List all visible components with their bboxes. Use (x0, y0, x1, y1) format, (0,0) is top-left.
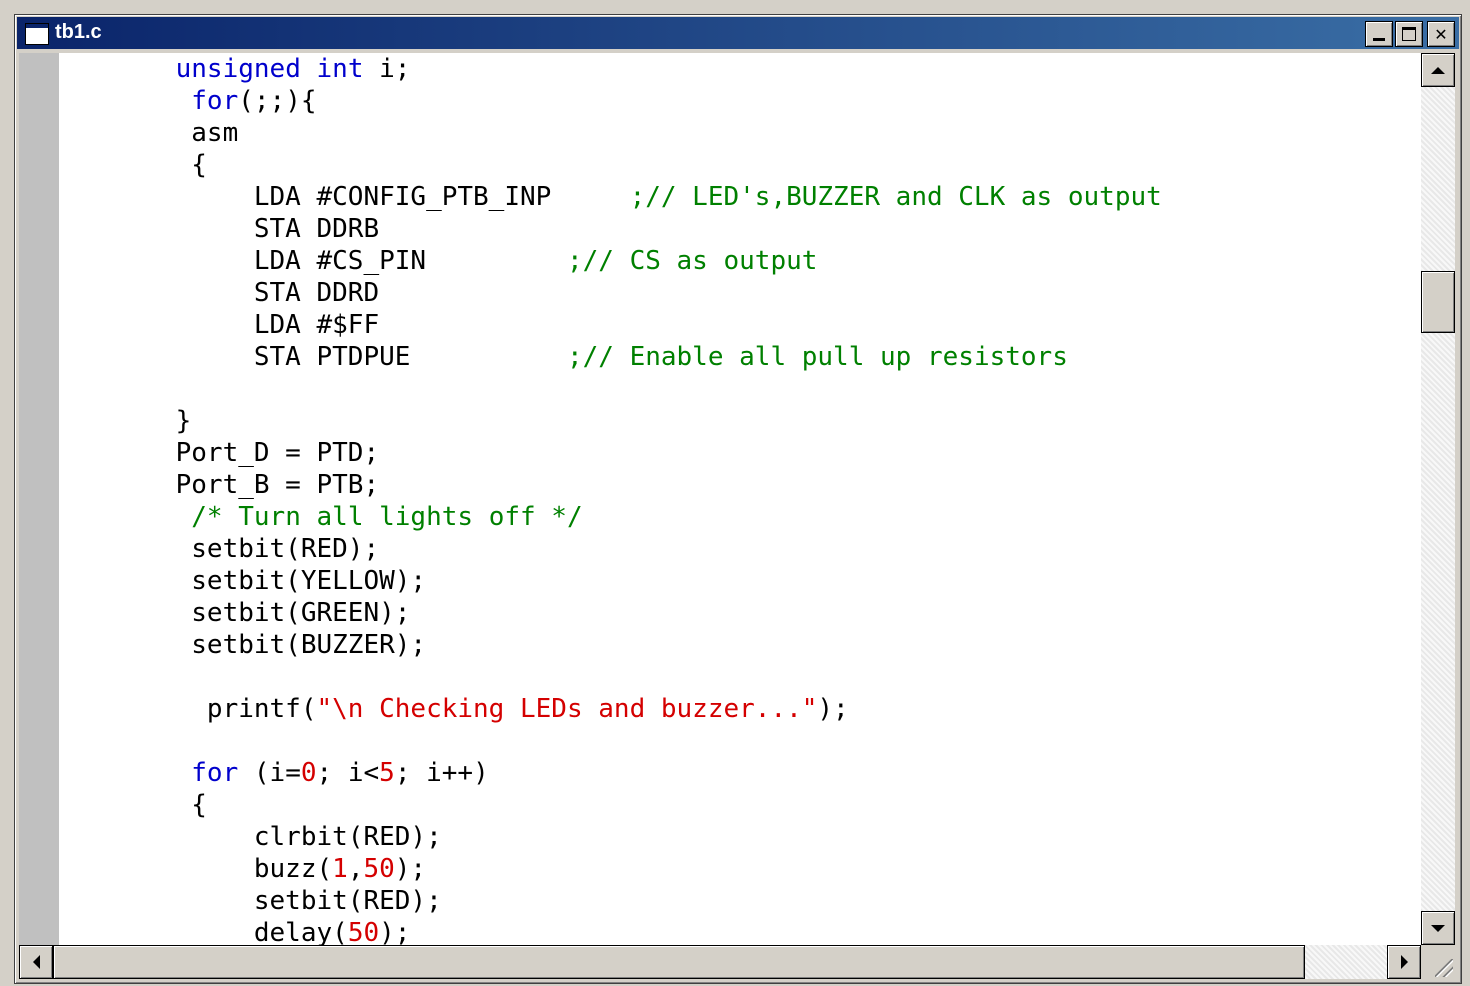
vertical-scroll-thumb[interactable] (1421, 271, 1455, 333)
code-line[interactable]: for (i=0; i<5; i++) (113, 757, 1162, 789)
document-icon[interactable] (25, 23, 49, 45)
size-grip[interactable] (1421, 945, 1455, 979)
up-arrow-icon (1431, 66, 1445, 74)
code-line[interactable]: STA PTDPUE ;// Enable all pull up resist… (113, 341, 1162, 373)
code-line[interactable]: ​ (113, 661, 1162, 693)
close-button[interactable]: ✕ (1427, 21, 1455, 47)
horizontal-scrollbar[interactable] (19, 945, 1421, 979)
code-line[interactable]: delay(50); (113, 917, 1162, 945)
code-line[interactable]: /* Turn all lights off */ (113, 501, 1162, 533)
vertical-scrollbar[interactable] (1421, 53, 1455, 945)
code-line[interactable]: LDA #CS_PIN ;// CS as output (113, 245, 1162, 277)
title-bar[interactable]: tb1.c ✕ (17, 17, 1459, 49)
horizontal-scroll-thumb[interactable] (53, 945, 1305, 979)
code-line[interactable]: { (113, 789, 1162, 821)
code-line[interactable]: STA DDRD (113, 277, 1162, 309)
editor-window: tb1.c ✕ unsigned int i; for(;;){ asm { L… (14, 14, 1462, 984)
code-line[interactable]: setbit(GREEN); (113, 597, 1162, 629)
code-line[interactable]: Port_D = PTD; (113, 437, 1162, 469)
code-line[interactable]: Port_B = PTB; (113, 469, 1162, 501)
scroll-up-button[interactable] (1421, 53, 1455, 87)
maximize-icon (1402, 27, 1416, 41)
code-line[interactable]: printf("\n Checking LEDs and buzzer...")… (113, 693, 1162, 725)
code-line[interactable]: setbit(RED); (113, 533, 1162, 565)
code-line[interactable]: } (113, 405, 1162, 437)
minimize-button[interactable] (1365, 21, 1393, 47)
code-line[interactable]: ​ (113, 373, 1162, 405)
scroll-right-button[interactable] (1387, 945, 1421, 979)
code-line[interactable]: asm (113, 117, 1162, 149)
window-title: tb1.c (55, 21, 102, 43)
code-line[interactable]: setbit(YELLOW); (113, 565, 1162, 597)
selection-margin[interactable] (19, 53, 59, 945)
scroll-down-button[interactable] (1421, 911, 1455, 945)
code-line[interactable]: LDA #$FF (113, 309, 1162, 341)
code-text[interactable]: unsigned int i; for(;;){ asm { LDA #CONF… (113, 53, 1162, 945)
code-line[interactable]: setbit(RED); (113, 885, 1162, 917)
code-line[interactable]: { (113, 149, 1162, 181)
right-arrow-icon (1400, 955, 1408, 969)
minimize-icon (1373, 37, 1385, 41)
code-line[interactable]: buzz(1,50); (113, 853, 1162, 885)
code-line[interactable]: unsigned int i; (113, 53, 1162, 85)
code-line[interactable]: setbit(BUZZER); (113, 629, 1162, 661)
scroll-left-button[interactable] (19, 945, 53, 979)
size-grip-icon (1435, 959, 1453, 977)
left-arrow-icon (32, 955, 40, 969)
code-editor[interactable]: unsigned int i; for(;;){ asm { LDA #CONF… (59, 53, 1421, 945)
title-bar-buttons: ✕ (1363, 21, 1455, 47)
code-line[interactable]: STA DDRB (113, 213, 1162, 245)
code-line[interactable]: ​ (113, 725, 1162, 757)
close-icon: ✕ (1434, 24, 1448, 44)
code-line[interactable]: LDA #CONFIG_PTB_INP ;// LED's,BUZZER and… (113, 181, 1162, 213)
maximize-button[interactable] (1395, 21, 1423, 47)
code-line[interactable]: clrbit(RED); (113, 821, 1162, 853)
down-arrow-icon (1431, 924, 1445, 932)
code-line[interactable]: for(;;){ (113, 85, 1162, 117)
